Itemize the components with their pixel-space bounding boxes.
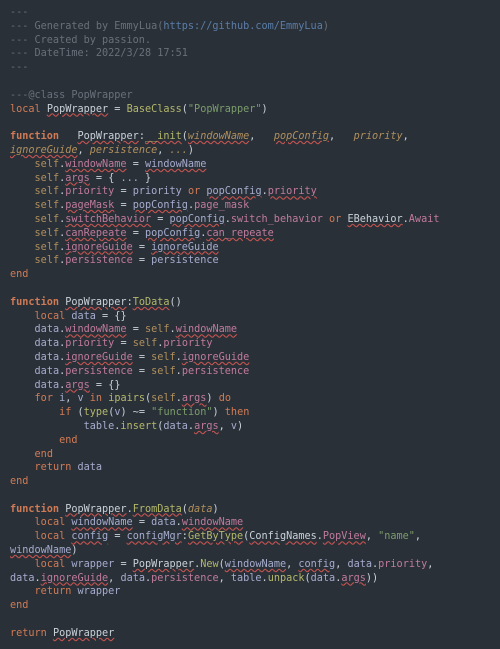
- comment-sep: ---: [10, 62, 28, 73]
- comment-created: --- Created by passion.: [10, 35, 151, 46]
- kw-local: local: [10, 104, 41, 115]
- class-annotation: ---@class PopWrapper: [10, 90, 133, 101]
- comment-gen: --- Generated by EmmyLua(https://github.…: [10, 21, 329, 32]
- baseclass-call: BaseClass: [127, 104, 182, 115]
- kw-function: function: [10, 131, 59, 142]
- kw-end: end: [10, 269, 28, 280]
- kw-end: end: [10, 476, 28, 487]
- kw-function: function: [10, 297, 59, 308]
- emmylua-url[interactable]: https://github.com/EmmyLua: [163, 21, 322, 32]
- kw-function: function: [10, 504, 59, 515]
- class-name: PopWrapper: [47, 104, 108, 115]
- kw-end: end: [10, 600, 28, 611]
- comment-sep: ---: [10, 7, 28, 18]
- code-editor[interactable]: --- --- Generated by EmmyLua(https://git…: [0, 0, 500, 647]
- return-module: PopWrapper: [53, 628, 114, 639]
- comment-datetime: --- DateTime: 2022/3/28 17:51: [10, 48, 188, 59]
- kw-return: return: [10, 628, 47, 639]
